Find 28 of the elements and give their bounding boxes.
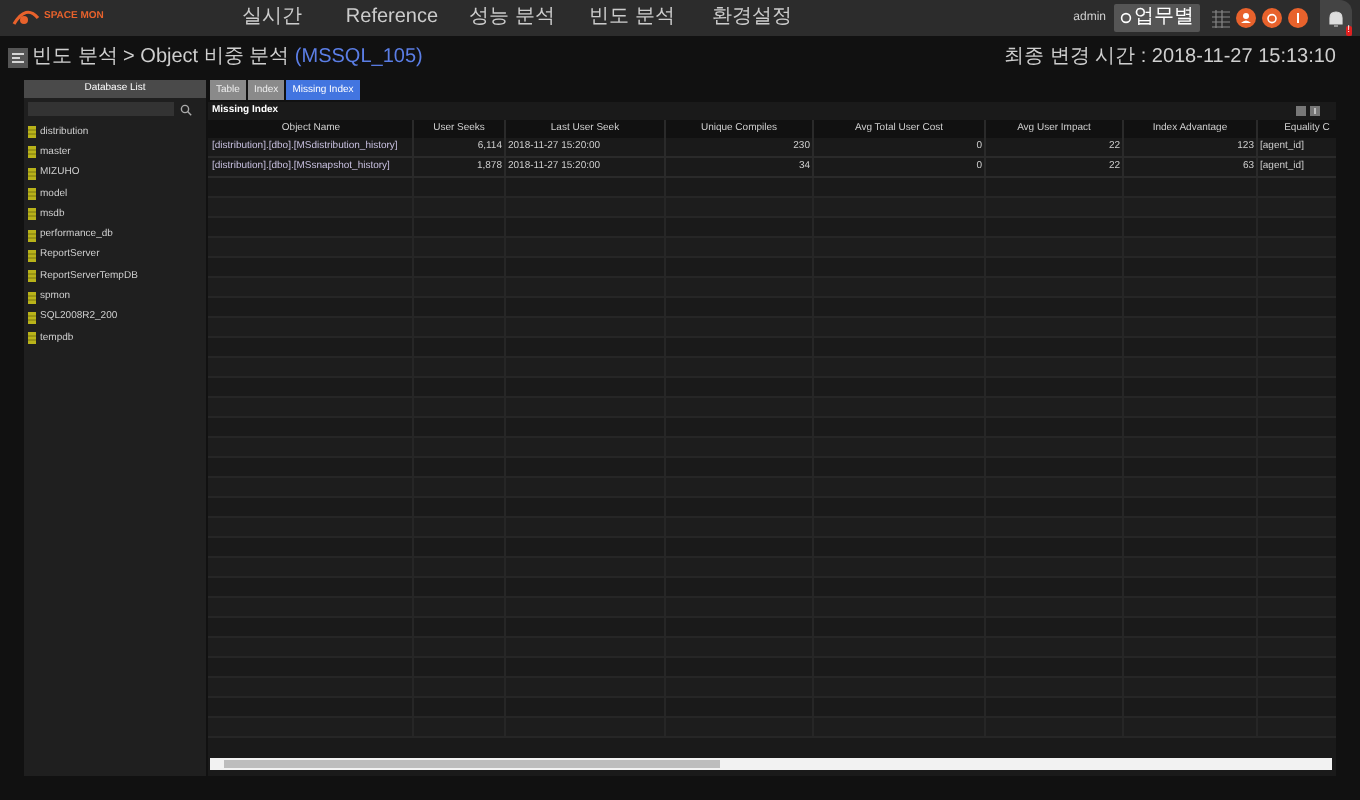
menu-icon (12, 52, 24, 64)
database-icon (28, 208, 36, 221)
database-icon (28, 291, 36, 304)
database-icon (28, 270, 36, 283)
database-icon (28, 126, 36, 139)
database-icon (28, 332, 36, 345)
database-icon (28, 188, 36, 201)
nav-menu-item[interactable]: 실시간 (210, 8, 334, 28)
horizontal-scrollbar[interactable] (224, 760, 720, 768)
nav-menu-item[interactable]: Reference (330, 8, 454, 28)
bell-icon[interactable] (1328, 9, 1344, 27)
nav-menu-item[interactable]: 환경설정 (690, 8, 814, 28)
search-icon[interactable] (180, 103, 192, 115)
nav-menu-item[interactable]: 성능 분석 (450, 8, 574, 28)
database-icon (28, 229, 36, 242)
logo-icon (12, 8, 40, 28)
database-icon (28, 146, 36, 159)
menu-toggle-button[interactable] (8, 48, 28, 68)
grid-icon[interactable] (1212, 9, 1230, 27)
breadcrumb: 빈도 분석 > Object 비중 분석 (MSSQL_105) (32, 48, 423, 68)
last-updated-time: 최종 변경 시간 : 2018-11-27 15:13:10 (1003, 48, 1336, 68)
database-icon (28, 311, 36, 324)
info-icon[interactable] (1288, 8, 1308, 28)
database-icon (28, 249, 36, 262)
user-icon[interactable] (1236, 8, 1256, 28)
mode-button[interactable]: 업무별 (1114, 4, 1200, 32)
nav-menu-item[interactable]: 빈도 분석 (570, 8, 694, 28)
database-icon (28, 167, 36, 180)
